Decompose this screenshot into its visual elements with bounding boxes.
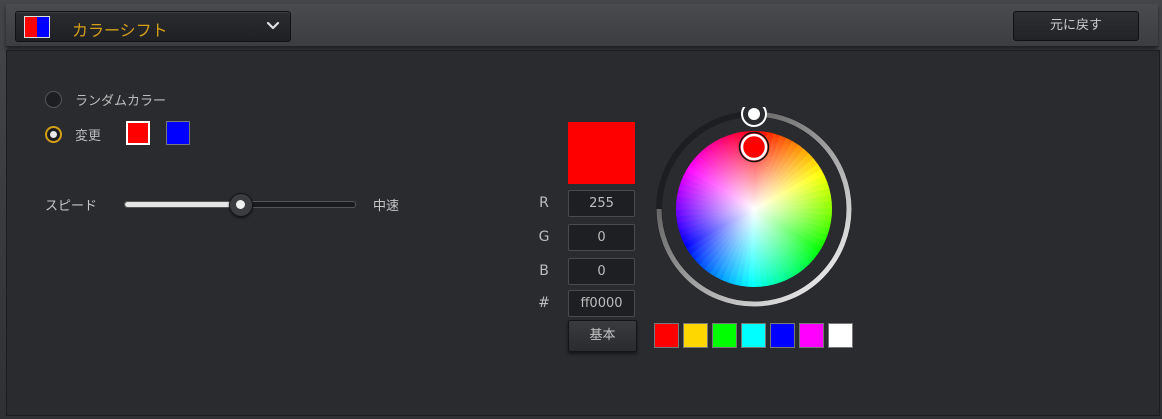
hex-input[interactable] xyxy=(568,290,635,317)
green-label: G xyxy=(538,229,550,245)
change-color-option[interactable]: 変更 xyxy=(45,123,101,145)
blue-label: B xyxy=(539,263,549,279)
effect-mode-label: カラーシフト xyxy=(72,21,168,40)
color-preview xyxy=(568,122,635,184)
hue-handle[interactable] xyxy=(740,133,768,161)
change-color-label: 変更 xyxy=(75,128,102,144)
top-bar: カラーシフト 元に戻す xyxy=(6,4,1158,47)
reset-button[interactable]: 元に戻す xyxy=(1013,11,1139,41)
random-color-radio[interactable] xyxy=(45,90,62,108)
brightness-handle-dot xyxy=(748,108,760,120)
random-color-label: ランダムカラー xyxy=(75,93,167,109)
preset-color-swatch[interactable] xyxy=(770,323,795,348)
speed-label: スピード xyxy=(45,199,98,214)
speed-slider-fill xyxy=(125,202,240,207)
color-wheel[interactable] xyxy=(652,107,856,311)
preset-color-swatch[interactable] xyxy=(741,323,766,348)
mode-swatch-red xyxy=(25,17,37,37)
preset-color-swatch[interactable] xyxy=(683,323,708,348)
chevron-down-icon xyxy=(266,21,280,30)
change-color-swatch-1[interactable] xyxy=(126,121,150,145)
mode-swatch-blue xyxy=(37,17,49,37)
blue-input[interactable] xyxy=(568,258,635,285)
green-input[interactable] xyxy=(568,224,635,251)
speed-slider-thumb[interactable] xyxy=(229,193,253,217)
hex-label: # xyxy=(538,295,550,311)
preset-color-swatch[interactable] xyxy=(654,323,679,348)
random-color-option[interactable]: ランダムカラー xyxy=(45,88,166,110)
speed-value-label: 中速 xyxy=(373,199,400,214)
mode-color-swatch-icon xyxy=(24,16,50,38)
red-input[interactable] xyxy=(568,190,635,217)
preset-color-swatch[interactable] xyxy=(828,323,853,348)
red-label: R xyxy=(539,195,549,211)
settings-panel: ランダムカラー 変更 スピード 中速 R G B # 基本 xyxy=(6,50,1160,416)
preset-color-swatch[interactable] xyxy=(799,323,824,348)
change-color-swatch-2[interactable] xyxy=(166,121,190,145)
basic-colors-button[interactable]: 基本 xyxy=(568,320,637,352)
preset-color-swatch[interactable] xyxy=(712,323,737,348)
speed-slider[interactable] xyxy=(124,193,356,217)
change-color-radio[interactable] xyxy=(45,125,62,143)
effect-mode-dropdown[interactable]: カラーシフト xyxy=(15,11,291,42)
